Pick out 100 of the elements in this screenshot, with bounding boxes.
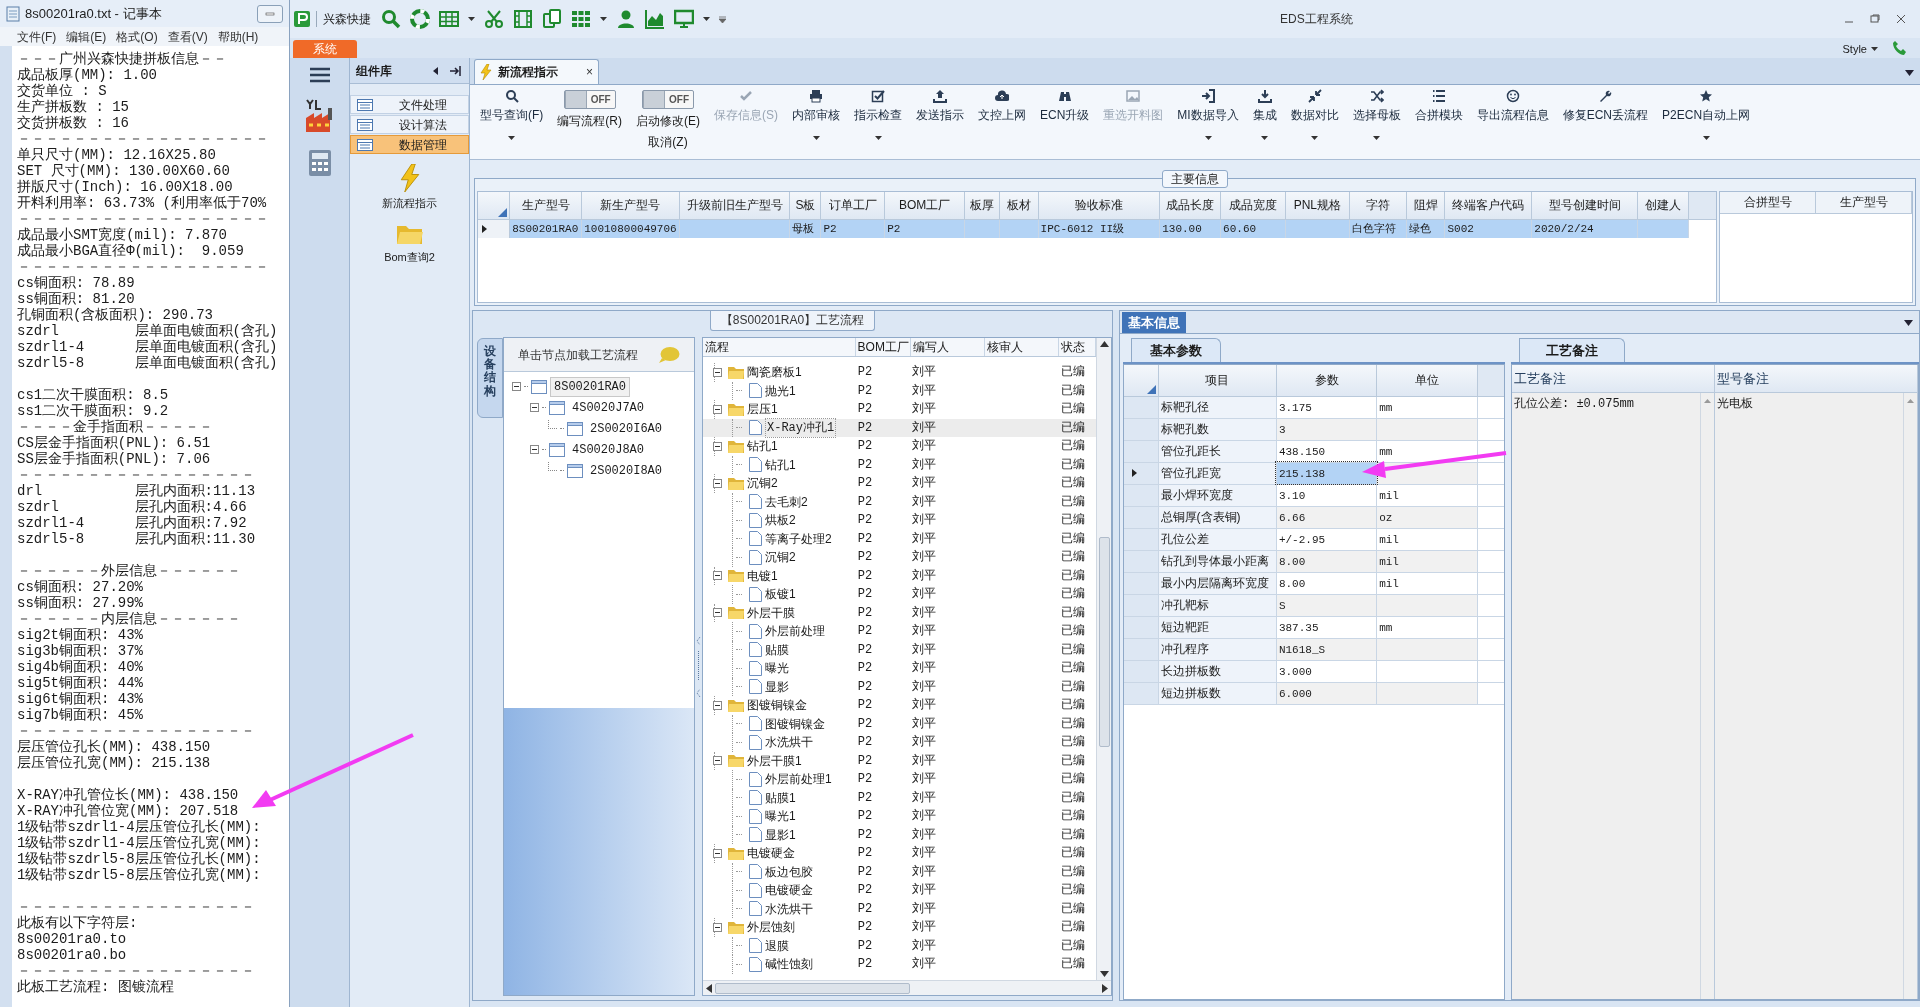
table-row[interactable]: 总铜厚(含表铜) 6.66 oz (1124, 506, 1504, 528)
notes-field[interactable]: 孔位公差: ±0.075mm (1512, 393, 1715, 999)
collapse-icon[interactable] (713, 756, 722, 766)
table-row[interactable]: 管位孔距宽 215.138 (1124, 462, 1504, 484)
column-header[interactable]: 生产型号 (509, 192, 582, 219)
table-row[interactable]: 曝光 P2 刘平 已编 (703, 659, 1096, 678)
table-row[interactable]: 显影 P2 刘平 已编 (703, 677, 1096, 696)
style-menu[interactable]: Style (1842, 40, 1878, 57)
phone-icon[interactable] (1892, 40, 1908, 56)
column-header[interactable]: PNL规格 (1285, 192, 1350, 219)
table-row[interactable]: 去毛刺2 P2 刘平 已编 (703, 492, 1096, 511)
column-header[interactable]: 项目 (1158, 365, 1277, 396)
toolbar-button[interactable]: 发送指示 (912, 89, 968, 124)
table-row[interactable]: 电镀硬金 P2 刘平 已编 (703, 881, 1096, 900)
collapse-icon[interactable] (713, 478, 722, 488)
toggle-switch[interactable]: OFF (642, 90, 694, 109)
table-row[interactable]: 长边拼板数 3.000 (1124, 660, 1504, 682)
column-header[interactable]: 编写人 (910, 338, 985, 356)
person-icon[interactable] (616, 9, 636, 29)
toolbar-button[interactable]: 指示检查 (850, 89, 906, 140)
scrollbar-thumb[interactable] (715, 982, 910, 994)
scrollbar[interactable] (703, 980, 1111, 995)
table-row[interactable]: 管位孔距长 438.150 mm (1124, 440, 1504, 462)
toolbar-button[interactable]: 型号查询(F) (476, 89, 548, 140)
collapse-icon[interactable] (713, 700, 722, 710)
customize-icon[interactable] (719, 15, 726, 23)
toolbar-button[interactable]: 选择母板 (1348, 89, 1405, 140)
menu-item[interactable]: 格式(O) (111, 27, 163, 46)
table-row[interactable]: 图镀铜镍金 P2 刘平 已编 (703, 696, 1096, 715)
table-row[interactable]: 贴膜 P2 刘平 已编 (703, 640, 1096, 659)
column-header[interactable]: 型号备注 (1715, 365, 1918, 393)
column-header[interactable]: 核审人 (984, 338, 1060, 356)
scissors-icon[interactable] (484, 9, 504, 29)
table-row[interactable]: 最小焊环宽度 3.10 mil (1124, 484, 1504, 506)
tool-button[interactable]: Bom查询2 (384, 221, 435, 265)
table-row[interactable]: 退膜 P2 刘平 已编 (703, 936, 1096, 955)
collapse-icon[interactable] (512, 382, 521, 391)
nav-item[interactable]: 文件处理 (350, 95, 469, 114)
table-icon[interactable] (439, 9, 459, 29)
tree-node[interactable]: 2S0020I8A0 (586, 460, 666, 481)
column-header[interactable]: 升级前旧生产型号 (679, 192, 790, 219)
collapse-icon[interactable] (713, 848, 722, 858)
column-header[interactable]: 单位 (1376, 365, 1478, 396)
table-row[interactable]: 外层干膜1 P2 刘平 已编 (703, 751, 1096, 770)
scroll-down-icon[interactable] (1099, 971, 1109, 977)
close-button[interactable]: × (586, 63, 593, 81)
menu-item[interactable]: 帮助(H) (212, 27, 264, 46)
column-header[interactable]: 验收标准 (1038, 192, 1160, 219)
toolbar-button[interactable]: 合拼模块 (1410, 89, 1467, 124)
table-row[interactable]: 等离子处理2 P2 刘平 已编 (703, 529, 1096, 548)
toggle-switch[interactable]: OFF (563, 90, 616, 109)
table-row[interactable]: X-Ray冲孔1 P2 刘平 已编 (703, 418, 1096, 437)
menu-item[interactable]: 查看(V) (162, 27, 213, 46)
close-icon[interactable] (1896, 14, 1906, 24)
scrollbar-thumb[interactable] (1098, 537, 1110, 747)
table-row[interactable]: 图镀铜镍金 P2 刘平 已编 (703, 714, 1096, 733)
column-header[interactable]: 订单工厂 (820, 192, 885, 219)
column-header[interactable]: 创建人 (1637, 192, 1689, 219)
pin-icon[interactable] (449, 64, 463, 77)
grid-icon[interactable] (571, 9, 591, 29)
restore-icon[interactable] (1870, 14, 1880, 24)
table-row[interactable]: 短边拼板数 6.000 (1124, 682, 1504, 704)
column-header[interactable]: BOM工厂 (855, 338, 911, 356)
table-row[interactable]: 外层前处理1 P2 刘平 已编 (703, 770, 1096, 789)
table-row[interactable]: 层压1 P2 刘平 已编 (703, 400, 1096, 419)
table-row[interactable]: 钻孔到导体最小距离 8.00 mil (1124, 550, 1504, 572)
table-row[interactable]: 水洗烘干 P2 刘平 已编 (703, 733, 1096, 752)
dropdown-icon[interactable] (1905, 70, 1914, 76)
panel-tab[interactable]: 基本参数 (1131, 338, 1221, 362)
table-row[interactable]: 最小内层隔离环宽度 8.00 mil (1124, 572, 1504, 594)
table-row[interactable]: 短边靶距 387.35 mm (1124, 616, 1504, 638)
scroll-left-icon[interactable] (706, 983, 712, 993)
menu-item[interactable]: 编辑(E) (61, 27, 112, 46)
tree-node[interactable]: 4S0020J8A0 (568, 439, 648, 460)
table-row[interactable]: 8S00201RA0 10010800049706 母板 P2 P2 IPC-6012 II级 130.00 60.60 白色字符 绿色 S002 2020/2/24 (478, 219, 1716, 238)
column-header[interactable]: 板材 (999, 192, 1039, 219)
table-row[interactable]: 沉铜2 P2 刘平 已编 (703, 548, 1096, 567)
column-header[interactable]: 板厚 (964, 192, 1000, 219)
table-row[interactable]: 外层干膜 P2 刘平 已编 (703, 603, 1096, 622)
tree-node[interactable]: 2S0020I6A0 (586, 418, 666, 439)
toolbar-button[interactable]: P2ECN自动上网 (1658, 89, 1755, 140)
toolbar-button[interactable]: 文控上网 (974, 89, 1030, 124)
table-row[interactable]: 孔位公差 +/-2.95 mil (1124, 528, 1504, 550)
search-icon[interactable] (381, 9, 401, 29)
table-row[interactable]: 外层蚀刻 P2 刘平 已编 (703, 918, 1096, 937)
panel-tab[interactable]: 工艺备注 (1519, 338, 1625, 362)
table-row[interactable]: 烘板2 P2 刘平 已编 (703, 511, 1096, 530)
splitter-handle-icon[interactable] (696, 636, 701, 697)
nav-item[interactable]: 数据管理 (350, 135, 469, 154)
toolbar-button[interactable]: 集成 (1248, 89, 1281, 140)
toolbar-button[interactable]: 修复ECN丢流程 (1558, 89, 1653, 124)
collapse-icon[interactable] (530, 445, 539, 454)
table-row[interactable]: 板边包胶 P2 刘平 已编 (703, 862, 1096, 881)
column-header[interactable]: 终端客户代码 (1444, 192, 1532, 219)
column-header[interactable]: S板 (789, 192, 821, 219)
table-row[interactable]: 陶瓷磨板1 P2 刘平 已编 (703, 363, 1096, 382)
table-row[interactable]: 板镀1 P2 刘平 已编 (703, 585, 1096, 604)
chart-icon[interactable] (645, 9, 665, 29)
scroll-right-icon[interactable] (1102, 983, 1108, 993)
notes-field[interactable]: 光电板 (1715, 393, 1918, 999)
